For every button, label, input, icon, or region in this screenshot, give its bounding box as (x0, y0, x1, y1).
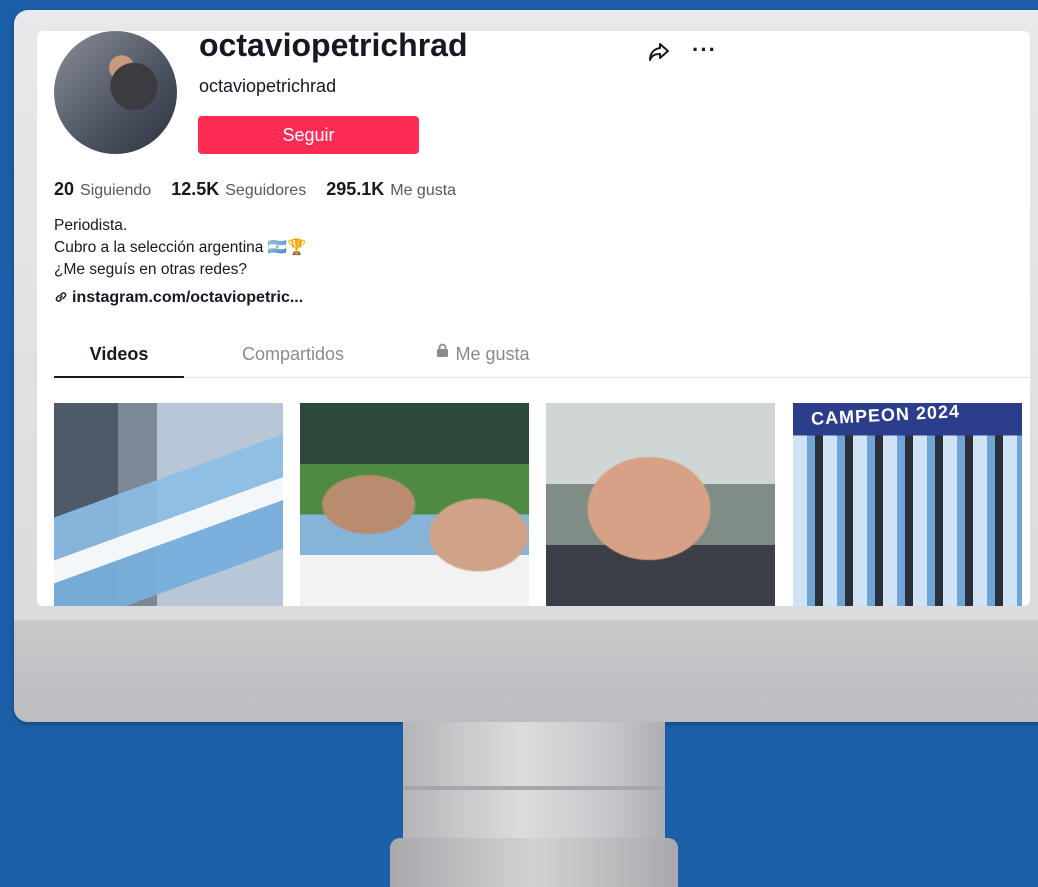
tab-liked-label: Me gusta (455, 344, 530, 364)
bio-line: ¿Me seguís en otras redes? (54, 261, 247, 278)
share-icon[interactable] (647, 41, 671, 69)
profile-username: octaviopetrichrad (199, 31, 468, 63)
video-thumbnail[interactable]: CAMPEON 2024 (793, 403, 1022, 606)
stat-following[interactable]: 20 Siguiendo (54, 179, 151, 200)
bio-line: Periodista. (54, 217, 128, 234)
stat-likes-label: Me gusta (390, 182, 457, 199)
bio-line: Cubro a la selección argentina 🇦🇷🏆 (54, 239, 307, 256)
stat-likes-value: 295.1K (326, 179, 385, 199)
follow-button[interactable]: Seguir (198, 116, 419, 154)
more-icon[interactable]: ··· (692, 37, 717, 63)
lock-icon (436, 341, 449, 377)
stat-following-value: 20 (54, 179, 75, 199)
profile-tabs: Videos Compartidos Me gusta (54, 341, 1030, 378)
stat-followers-label: Seguidores (225, 182, 307, 199)
tab-shared-label: Compartidos (241, 344, 345, 364)
video-thumbnail[interactable] (54, 403, 283, 606)
stat-followers-value: 12.5K (171, 179, 220, 199)
screen: octaviopetrichrad octaviopetrichrad ··· … (37, 31, 1030, 606)
stat-likes: 295.1K Me gusta (326, 179, 456, 200)
link-icon (54, 290, 68, 307)
tab-videos[interactable]: Videos (54, 341, 184, 378)
profile-handle: octaviopetrichrad (199, 76, 337, 96)
video-thumbnail[interactable] (546, 403, 775, 606)
monitor-stand-base (390, 838, 678, 887)
tab-liked[interactable]: Me gusta (408, 341, 558, 377)
stat-following-label: Siguiendo (80, 182, 152, 199)
tab-videos-label: Videos (89, 344, 149, 364)
video-thumbnail[interactable] (300, 403, 529, 606)
profile-bio: Periodista. Cubro a la selección argenti… (54, 215, 306, 281)
profile-link-text: instagram.com/octaviopetric... (72, 289, 304, 306)
profile-link[interactable]: instagram.com/octaviopetric... (54, 289, 303, 307)
avatar[interactable] (54, 31, 177, 154)
tab-shared[interactable]: Compartidos (218, 341, 368, 377)
stat-followers[interactable]: 12.5K Seguidores (171, 179, 306, 200)
monitor-chin (14, 620, 1038, 722)
profile-stats: 20 Siguiendo 12.5K Seguidores 295.1K Me gus… (54, 179, 456, 200)
video-overlay-text: CAMPEON 2024 (810, 403, 961, 429)
